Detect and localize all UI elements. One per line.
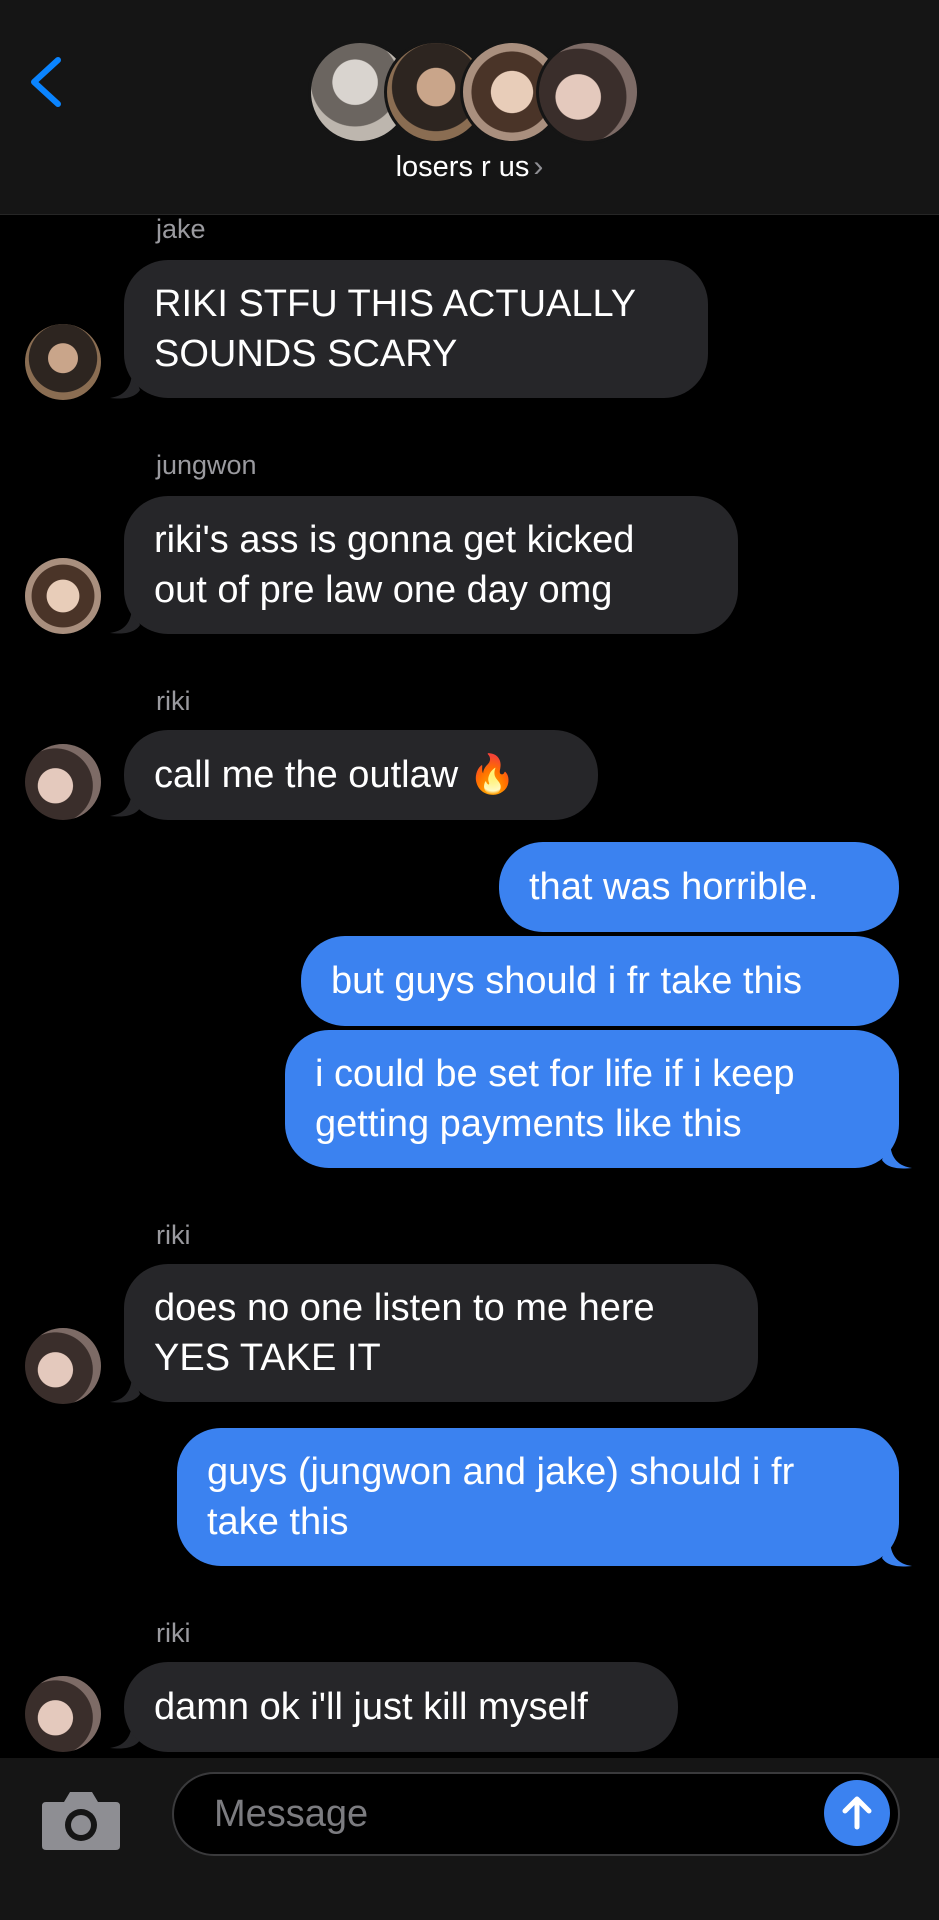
avatar bbox=[25, 324, 101, 400]
message-bubble-incoming[interactable]: riki's ass is gonna get kicked out of pre… bbox=[124, 496, 738, 634]
chevron-left-icon bbox=[31, 57, 61, 107]
bubble-tail bbox=[882, 1140, 912, 1169]
avatar bbox=[25, 1328, 101, 1404]
camera-button[interactable] bbox=[40, 1788, 122, 1852]
avatar bbox=[25, 1676, 101, 1752]
message-text: that was horrible. bbox=[529, 866, 819, 908]
back-button[interactable] bbox=[24, 52, 72, 112]
message-bubble-incoming[interactable]: RIKI STFU THIS ACTUALLY SOUNDS SCARY bbox=[124, 260, 708, 398]
sender-name: riki bbox=[156, 686, 191, 716]
message-bubble-outgoing[interactable]: but guys should i fr take this bbox=[301, 936, 899, 1026]
message-text: getting payments like this bbox=[315, 1103, 742, 1145]
avatar bbox=[25, 744, 101, 820]
sender-name: riki bbox=[156, 1618, 191, 1648]
message-bubble-incoming[interactable]: does no one listen to me here YES TAKE IT bbox=[124, 1264, 758, 1402]
message-text: call me the outlaw 🔥 bbox=[154, 754, 517, 796]
conversation-header: losers r us › bbox=[0, 0, 939, 215]
message-text: SOUNDS SCARY bbox=[154, 333, 458, 375]
message-text: but guys should i fr take this bbox=[331, 960, 803, 1002]
bubble-tail bbox=[882, 1538, 912, 1567]
message-text: YES TAKE IT bbox=[154, 1337, 381, 1379]
chevron-right-icon: › bbox=[533, 150, 544, 183]
avatar bbox=[536, 40, 640, 144]
sender-name: riki bbox=[156, 1220, 191, 1250]
arrow-up-icon bbox=[842, 1796, 872, 1830]
message-text: guys (jungwon and jake) should i fr bbox=[207, 1451, 795, 1493]
group-name-link[interactable]: losers r us › bbox=[0, 150, 939, 184]
composer-bar bbox=[0, 1758, 939, 1920]
message-text: RIKI STFU THIS ACTUALLY bbox=[154, 283, 637, 325]
message-text: damn ok i'll just kill myself bbox=[154, 1686, 588, 1728]
message-bubble-outgoing[interactable]: that was horrible. bbox=[499, 842, 899, 932]
message-text: take this bbox=[207, 1501, 349, 1543]
avatar bbox=[25, 558, 101, 634]
message-bubble-outgoing[interactable]: i could be set for life if i keep getting… bbox=[285, 1030, 899, 1168]
camera-icon bbox=[42, 1792, 120, 1850]
group-name: losers r us bbox=[395, 151, 530, 183]
message-input[interactable] bbox=[172, 1772, 900, 1856]
message-text: i could be set for life if i keep bbox=[315, 1053, 795, 1095]
sender-name: jake bbox=[156, 214, 206, 244]
send-button[interactable] bbox=[824, 1780, 890, 1846]
message-text: riki's ass is gonna get kicked bbox=[154, 519, 635, 561]
message-bubble-incoming[interactable]: damn ok i'll just kill myself bbox=[124, 1662, 678, 1752]
message-bubble-outgoing[interactable]: guys (jungwon and jake) should i fr take … bbox=[177, 1428, 899, 1566]
group-avatar-stack[interactable] bbox=[308, 40, 640, 144]
message-text: does no one listen to me here bbox=[154, 1287, 655, 1329]
sender-name: jungwon bbox=[156, 450, 257, 480]
message-bubble-incoming[interactable]: call me the outlaw 🔥 bbox=[124, 730, 598, 820]
message-text: out of pre law one day omg bbox=[154, 569, 613, 611]
